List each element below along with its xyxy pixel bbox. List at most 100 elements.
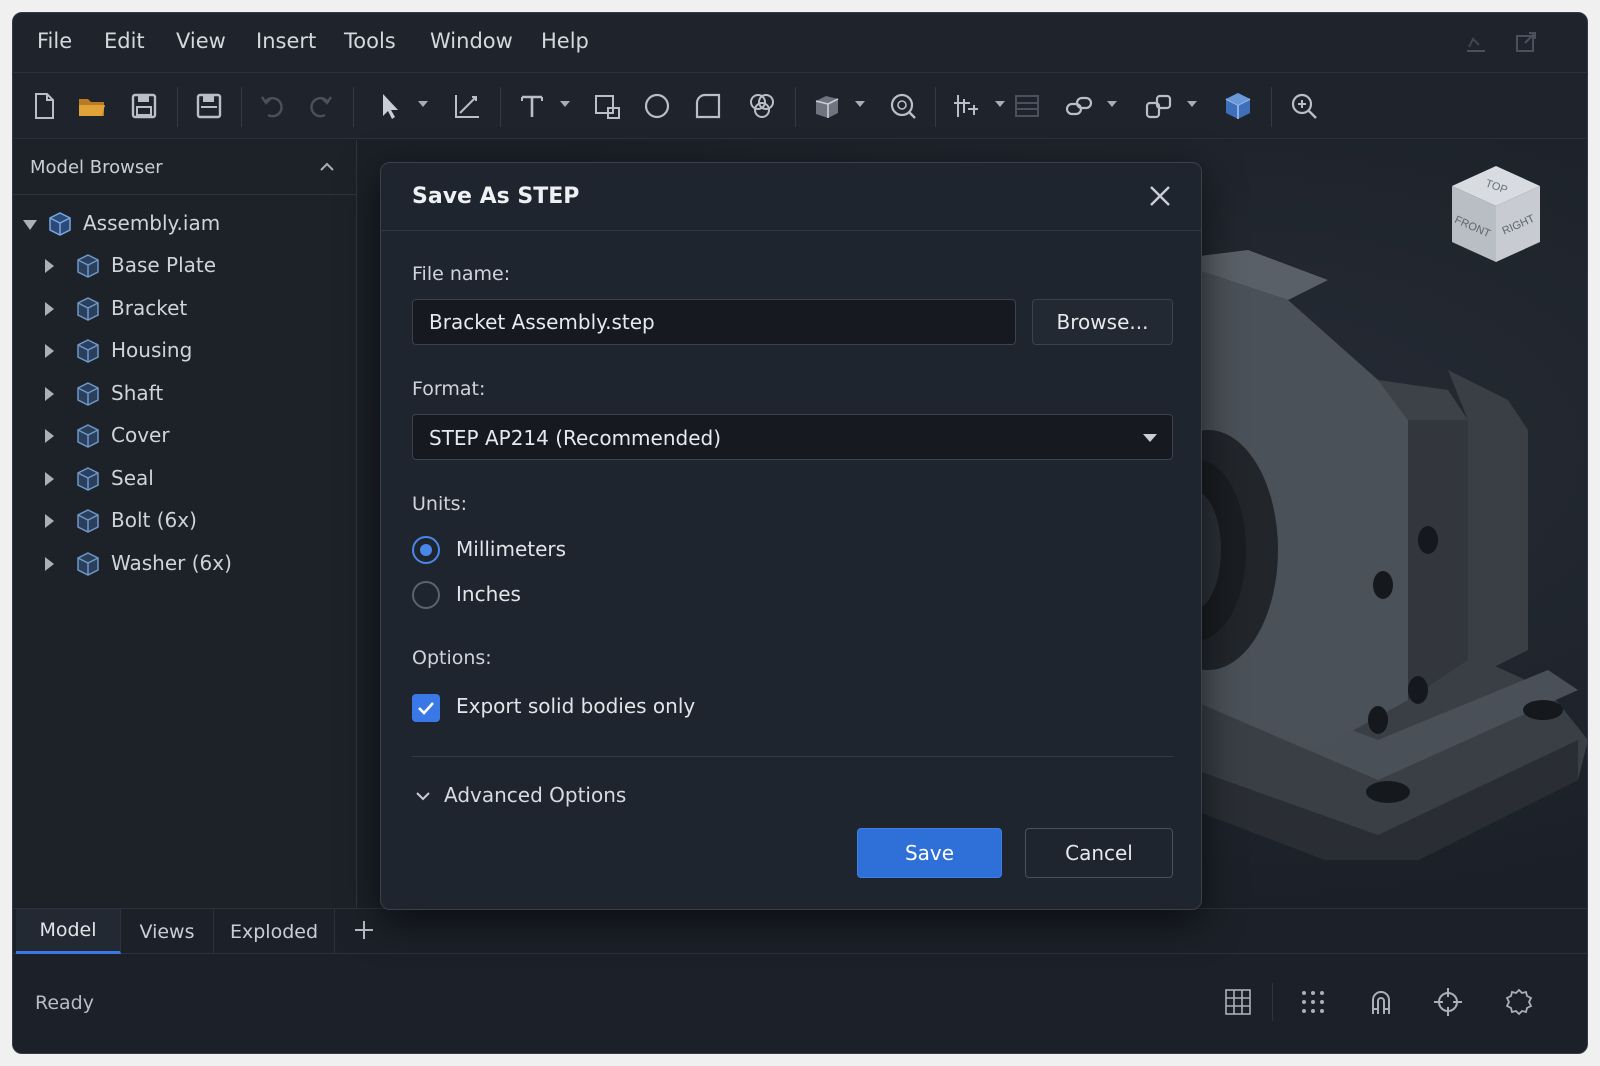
rectangle-tool-icon[interactable] <box>591 89 625 123</box>
menu-window[interactable]: Window <box>430 29 513 53</box>
tab-model[interactable]: Model <box>16 909 121 954</box>
extrude-icon[interactable] <box>810 89 844 123</box>
magnet-snap-icon[interactable] <box>1366 987 1396 1017</box>
save-as-icon[interactable] <box>192 89 226 123</box>
save-icon[interactable] <box>127 89 161 123</box>
sketch-icon[interactable] <box>450 89 484 123</box>
dialog-header: Save As STEP <box>381 163 1201 231</box>
expand-arrow-icon[interactable] <box>45 514 54 528</box>
chevron-down-icon <box>1143 434 1157 442</box>
options-label: Options: <box>412 647 492 669</box>
add-tab-icon[interactable] <box>353 919 375 941</box>
expand-arrow-icon[interactable] <box>45 387 54 401</box>
file-name-input[interactable]: Bracket Assembly.step <box>412 299 1016 345</box>
dialog-title: Save As STEP <box>412 184 580 209</box>
menu-bar: File Edit View Insert Tools Window Help <box>13 13 1587 73</box>
snap-grid-icon[interactable] <box>1298 987 1328 1017</box>
tab-exploded[interactable]: Exploded <box>214 909 335 954</box>
expand-arrow-icon[interactable] <box>45 472 54 486</box>
tree-item[interactable]: Bolt (6x) <box>45 506 345 536</box>
part-cube-icon <box>75 338 101 364</box>
constraint-icon[interactable] <box>950 89 984 123</box>
menu-insert[interactable]: Insert <box>256 29 316 53</box>
cancel-button[interactable]: Cancel <box>1025 828 1173 878</box>
menu-help[interactable]: Help <box>541 29 589 53</box>
expand-arrow-icon[interactable] <box>45 344 54 358</box>
minimize-icon[interactable] <box>1463 31 1489 55</box>
tree-item[interactable]: Housing <box>45 336 345 366</box>
tree-item-label: Seal <box>111 466 154 490</box>
toolbar <box>13 73 1587 139</box>
redo-icon[interactable] <box>303 89 337 123</box>
expand-arrow-icon[interactable] <box>45 302 54 316</box>
part-cube-icon <box>75 466 101 492</box>
select-arrow-icon[interactable] <box>373 89 407 123</box>
tree-item[interactable]: Washer (6x) <box>45 549 345 579</box>
chevron-down-icon[interactable] <box>414 787 432 805</box>
advanced-options-toggle[interactable]: Advanced Options <box>444 783 626 807</box>
pattern-icon[interactable] <box>745 89 779 123</box>
menu-edit[interactable]: Edit <box>104 29 145 53</box>
format-selected-value: STEP AP214 (Recommended) <box>429 426 722 450</box>
export-solid-label[interactable]: Export solid bodies only <box>456 694 695 718</box>
tree-item[interactable]: Base Plate <box>45 251 345 281</box>
expand-arrow-icon[interactable] <box>23 220 37 230</box>
popout-icon[interactable] <box>1513 31 1539 55</box>
millimeters-label[interactable]: Millimeters <box>456 537 566 561</box>
3d-box-icon[interactable] <box>1221 89 1255 123</box>
tree-item[interactable]: Seal <box>45 464 345 494</box>
format-label: Format: <box>412 378 486 400</box>
menu-file[interactable]: File <box>37 29 72 53</box>
part-cube-icon <box>75 296 101 322</box>
expand-arrow-icon[interactable] <box>45 429 54 443</box>
text-dropdown-caret[interactable] <box>560 101 570 107</box>
link-icon[interactable] <box>1062 89 1096 123</box>
link-dropdown-caret[interactable] <box>1107 101 1117 107</box>
model-browser-header: Model Browser <box>13 140 356 195</box>
export-solid-checkbox[interactable] <box>412 694 440 722</box>
assembly-cube-icon <box>47 211 73 237</box>
tab-views[interactable]: Views <box>121 909 214 954</box>
assemble-dropdown-caret[interactable] <box>1187 101 1197 107</box>
file-name-label: File name: <box>412 263 511 285</box>
menu-view[interactable]: View <box>176 29 226 53</box>
inches-label[interactable]: Inches <box>456 582 521 606</box>
open-folder-icon[interactable] <box>75 89 109 123</box>
save-button[interactable]: Save <box>857 828 1002 878</box>
part-cube-icon <box>75 508 101 534</box>
circle-tool-icon[interactable] <box>640 89 674 123</box>
status-text: Ready <box>35 992 94 1014</box>
assemble-icon[interactable] <box>1142 89 1176 123</box>
tree-item[interactable]: Cover <box>45 421 345 451</box>
radio-millimeters[interactable] <box>412 536 440 564</box>
format-select[interactable]: STEP AP214 (Recommended) <box>412 414 1173 460</box>
grid-icon[interactable] <box>1223 987 1253 1017</box>
constraint-dropdown-caret[interactable] <box>995 101 1005 107</box>
browse-button[interactable]: Browse... <box>1032 299 1173 345</box>
3d-model-render <box>1148 250 1587 860</box>
model-browser-title: Model Browser <box>30 157 163 178</box>
tree-item[interactable]: Shaft <box>45 379 345 409</box>
inspect-icon[interactable] <box>886 89 920 123</box>
units-label: Units: <box>412 493 467 515</box>
view-tab-bar: Model Views Exploded <box>13 908 1587 954</box>
zoom-icon[interactable] <box>1287 89 1321 123</box>
tree-root-assembly[interactable]: Assembly.iam <box>23 209 343 239</box>
menu-tools[interactable]: Tools <box>344 29 396 53</box>
undo-icon[interactable] <box>256 89 290 123</box>
expand-arrow-icon[interactable] <box>45 259 54 273</box>
close-icon[interactable] <box>1147 183 1173 209</box>
layers-icon[interactable] <box>1010 89 1044 123</box>
radio-inches[interactable] <box>412 581 440 609</box>
tree-item[interactable]: Bracket <box>45 294 345 324</box>
collapse-panel-icon[interactable] <box>319 159 335 175</box>
expand-arrow-icon[interactable] <box>45 557 54 571</box>
select-dropdown-caret[interactable] <box>418 101 428 107</box>
fillet-icon[interactable] <box>691 89 725 123</box>
text-icon[interactable] <box>515 89 549 123</box>
extrude-dropdown-caret[interactable] <box>855 101 865 107</box>
settings-gear-icon[interactable] <box>1504 987 1534 1017</box>
view-cube[interactable]: TOP FRONT RIGHT <box>1436 158 1556 278</box>
crosshair-icon[interactable] <box>1433 987 1463 1017</box>
new-file-icon[interactable] <box>27 89 61 123</box>
